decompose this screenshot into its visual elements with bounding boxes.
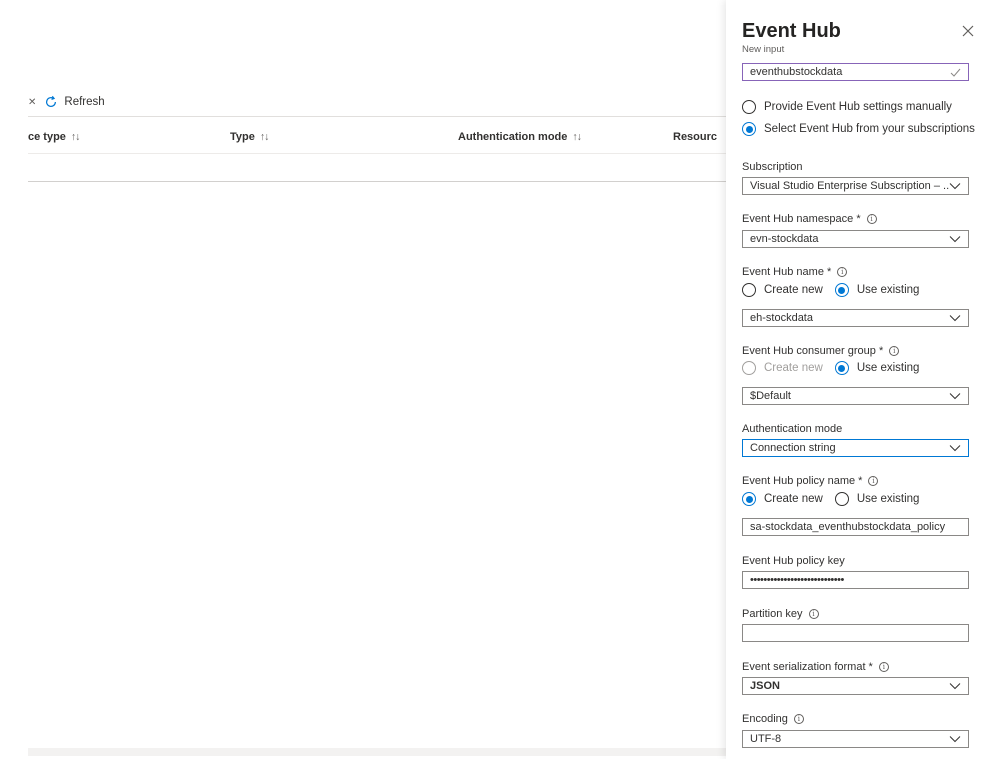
policy-name-radio-group: Create new Use existing (742, 492, 931, 506)
panel-subtitle: New input (742, 44, 785, 55)
toolbar-divider (28, 116, 726, 117)
input-alias-field[interactable]: eventhubstockdata (742, 63, 969, 81)
radio-provide-manually[interactable]: Provide Event Hub settings manually (742, 100, 952, 114)
info-icon[interactable]: i (878, 662, 889, 672)
info-icon[interactable]: i (808, 609, 819, 619)
chevron-down-icon (949, 315, 961, 322)
radio-select-from-subscriptions[interactable]: Select Event Hub from your subscriptions (742, 122, 975, 136)
consumer-group-radio-group: Create new Use existing (742, 361, 931, 375)
column-header-source-type[interactable]: ce type ↑↓ (28, 131, 80, 143)
info-icon[interactable]: i (866, 214, 877, 224)
column-header-type[interactable]: Type ↑↓ (230, 131, 269, 143)
policy-name-input[interactable]: sa-stockdata_eventhubstockdata_policy (742, 518, 969, 536)
hub-name-use-existing[interactable]: Use existing (834, 283, 919, 297)
column-header-resource[interactable]: Resourc (673, 131, 717, 143)
row-divider (28, 181, 726, 182)
refresh-label: Refresh (64, 96, 105, 108)
inputs-list-area: ✕ Refresh ce type ↑↓ Type ↑↓ Authenticatio… (0, 0, 726, 759)
sort-icon: ↑↓ (70, 131, 80, 143)
encoding-dropdown[interactable]: UTF-8 (742, 730, 969, 748)
policy-name-create-new[interactable]: Create new (742, 492, 823, 506)
panel-title: Event Hub (742, 20, 841, 42)
chevron-down-icon (949, 393, 961, 400)
namespace-dropdown[interactable]: evn-stockdata (742, 230, 969, 248)
info-icon[interactable]: i (889, 346, 900, 356)
chevron-down-icon (949, 736, 961, 743)
namespace-label: Event Hub namespace * i (742, 213, 877, 225)
consumer-group-use-existing[interactable]: Use existing (834, 361, 919, 375)
chevron-down-icon[interactable]: ✕ (28, 97, 36, 108)
refresh-icon (46, 95, 57, 108)
chevron-down-icon (949, 445, 961, 452)
auth-mode-dropdown[interactable]: Connection string (742, 439, 969, 457)
consumer-group-dropdown[interactable]: $Default (742, 387, 969, 405)
chevron-down-icon (949, 183, 961, 190)
encoding-label: Encoding i (742, 713, 804, 725)
hub-name-create-new[interactable]: Create new (742, 283, 823, 297)
radio-manual[interactable] (742, 100, 756, 114)
horizontal-scrollbar[interactable] (28, 748, 726, 756)
hub-name-dropdown[interactable]: eh-stockdata (742, 309, 969, 327)
info-icon[interactable]: i (837, 267, 848, 277)
chevron-down-icon (949, 236, 961, 243)
sort-icon: ↑↓ (259, 131, 269, 143)
sort-icon: ↑↓ (572, 131, 581, 143)
info-icon[interactable]: i (793, 714, 804, 724)
policy-name-label: Event Hub policy name * i (742, 475, 879, 487)
serialization-format-label: Event serialization format * i (742, 661, 889, 673)
policy-key-label: Event Hub policy key (742, 555, 845, 567)
partition-key-input[interactable] (742, 624, 969, 642)
refresh-button[interactable]: Refresh (44, 95, 105, 109)
policy-key-input[interactable]: •••••••••••••••••••••••••••• (742, 571, 969, 589)
auth-mode-label: Authentication mode (742, 423, 843, 435)
event-hub-panel: Event Hub New input eventhubstockdata Pr… (726, 0, 985, 759)
consumer-group-label: Event Hub consumer group * i (742, 345, 900, 357)
column-header-authentication-mode[interactable]: Authentication mode ↑↓ (458, 131, 582, 143)
hub-name-radio-group: Create new Use existing (742, 283, 931, 297)
checkmark-icon (950, 68, 961, 77)
info-icon[interactable]: i (868, 476, 879, 486)
close-icon[interactable] (961, 24, 975, 38)
subscription-label: Subscription (742, 161, 803, 173)
radio-select[interactable] (742, 122, 756, 136)
hub-name-label: Event Hub name * i (742, 266, 848, 278)
toolbar: ✕ Refresh (28, 92, 105, 112)
consumer-group-create-new: Create new (742, 361, 823, 375)
serialization-format-dropdown[interactable]: JSON (742, 677, 969, 695)
header-divider (28, 153, 726, 154)
chevron-down-icon (949, 683, 961, 690)
partition-key-label: Partition key i (742, 608, 819, 620)
subscription-dropdown[interactable]: Visual Studio Enterprise Subscription – … (742, 177, 969, 195)
policy-name-use-existing[interactable]: Use existing (834, 492, 919, 506)
